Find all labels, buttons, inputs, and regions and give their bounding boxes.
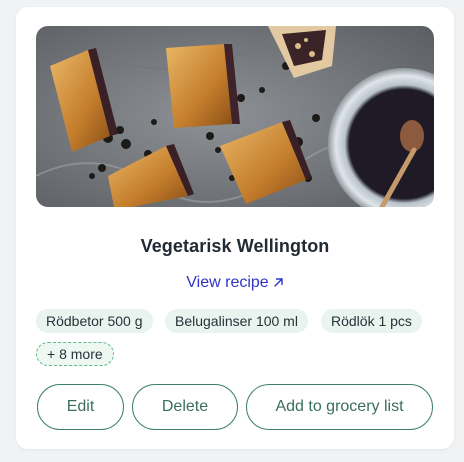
recipe-title: Vegetarisk Wellington xyxy=(140,236,330,256)
view-recipe-link[interactable]: View recipe xyxy=(16,274,454,293)
ingredient-chip: Belugalinser 100 ml xyxy=(165,309,308,333)
ingredient-chip: Rödlök 1 pcs xyxy=(321,309,422,333)
view-recipe-label: View recipe xyxy=(186,274,269,291)
add-to-grocery-list-button[interactable]: Add to grocery list xyxy=(246,384,433,430)
recipe-card: Vegetarisk Wellington View recipe Rödbet… xyxy=(16,7,454,449)
edit-button[interactable]: Edit xyxy=(37,384,124,430)
delete-button[interactable]: Delete xyxy=(132,384,238,430)
external-arrow-icon xyxy=(273,275,284,293)
more-ingredients-chip[interactable]: + 8 more xyxy=(36,342,114,366)
recipe-photo xyxy=(36,26,434,207)
ingredient-chip: Rödbetor 500 g xyxy=(36,309,153,333)
